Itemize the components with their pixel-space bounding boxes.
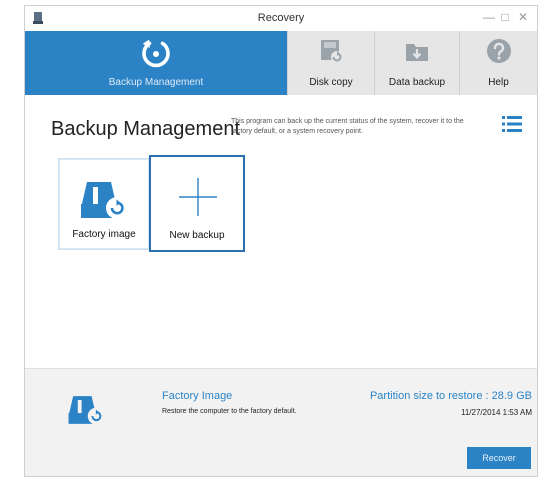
plus-icon (179, 178, 217, 216)
tab-data-backup[interactable]: Data backup (374, 31, 459, 95)
new-backup-label: New backup (169, 230, 225, 241)
tab-disk-copy[interactable]: Disk copy (287, 31, 374, 95)
maximize-button[interactable]: □ (497, 9, 513, 25)
factory-image-icon (68, 396, 105, 425)
data-backup-icon (406, 44, 428, 61)
restore-icon (142, 39, 170, 68)
partition-size: Partition size to restore : 28.9 GB (369, 390, 532, 402)
page-title: Backup Management (51, 118, 241, 140)
title-bar: Recovery — □ ✕ (25, 6, 537, 31)
image-date: 11/27/2014 1:53 AM (460, 408, 532, 417)
selected-image-name: Factory Image (162, 390, 233, 402)
new-backup-tile[interactable]: New backup (149, 155, 245, 252)
tab-data-backup-label: Data backup (388, 77, 446, 88)
recover-button[interactable]: Recover (467, 447, 531, 469)
minimize-button[interactable]: — (481, 9, 497, 25)
factory-image-label: Factory image (72, 229, 136, 240)
tab-backup-management-label: Backup Management (108, 77, 204, 88)
tab-help-label: Help (488, 77, 509, 88)
tab-backup-management[interactable]: Backup Management (25, 31, 287, 95)
window-title: Recovery (257, 12, 305, 24)
tab-disk-copy-label: Disk copy (309, 77, 353, 88)
selected-image-description: Restore the computer to the factory defa… (162, 408, 297, 415)
factory-image-tile[interactable]: Factory image (58, 158, 150, 250)
factory-image-icon (81, 182, 128, 219)
tab-bar: Backup Management Disk copy Data backup (25, 31, 537, 95)
list-view-icon[interactable] (501, 114, 523, 134)
recovery-window: Recovery — □ ✕ Backup Management Disk co… (24, 5, 538, 477)
page-description: This program can back up the current sta… (231, 118, 464, 135)
tab-help[interactable]: Help (459, 31, 537, 95)
help-icon (486, 39, 511, 63)
close-button[interactable]: ✕ (515, 9, 531, 25)
disk-copy-icon (321, 40, 343, 63)
details-panel: Factory Image Restore the computer to th… (25, 368, 537, 476)
